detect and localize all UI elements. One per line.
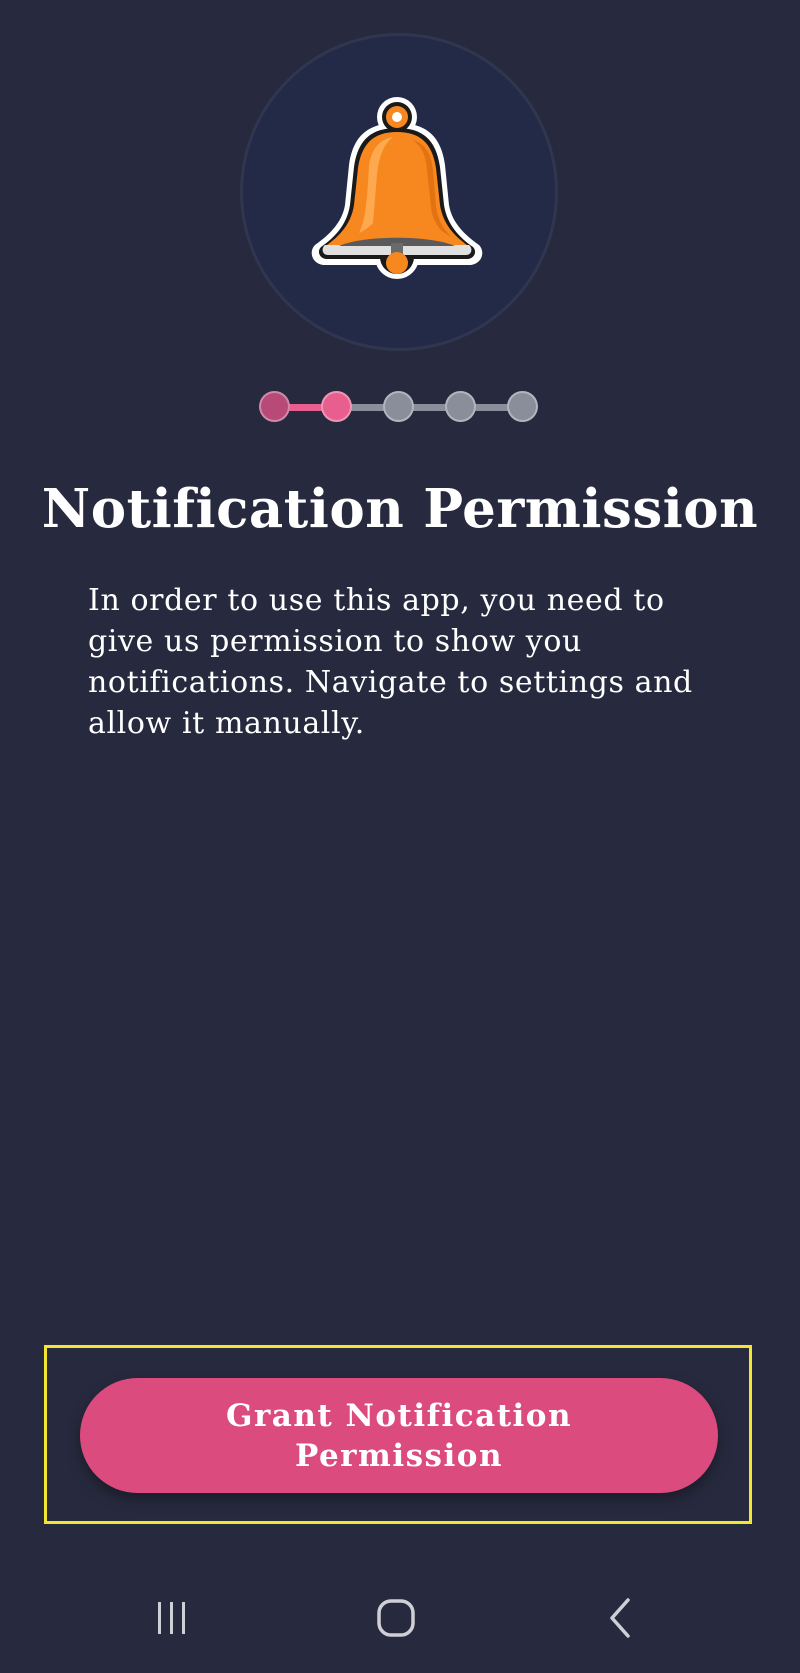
back-icon bbox=[610, 1598, 630, 1638]
home-button[interactable] bbox=[356, 1590, 436, 1646]
bell-icon bbox=[311, 97, 483, 279]
grant-permission-label: Grant Notification Permission bbox=[225, 1397, 573, 1474]
permission-description: In order to use this app, you need to gi… bbox=[88, 583, 693, 741]
progress-stepper bbox=[256, 389, 544, 425]
recent-apps-button[interactable] bbox=[132, 1590, 212, 1646]
highlight-frame: Grant Notification Permission bbox=[44, 1345, 752, 1524]
back-button[interactable] bbox=[580, 1590, 660, 1646]
system-navigation-bar bbox=[0, 1570, 800, 1670]
home-icon bbox=[377, 1599, 415, 1637]
recent-apps-icon bbox=[158, 1602, 185, 1634]
step-dot-upcoming bbox=[445, 391, 476, 422]
grant-permission-button[interactable]: Grant Notification Permission bbox=[80, 1378, 718, 1493]
step-dot-upcoming bbox=[383, 391, 414, 422]
step-dot-current bbox=[321, 391, 352, 422]
step-dot-upcoming bbox=[507, 391, 538, 422]
page-title: Notification Permission bbox=[41, 478, 759, 540]
step-dot-completed bbox=[259, 391, 290, 422]
